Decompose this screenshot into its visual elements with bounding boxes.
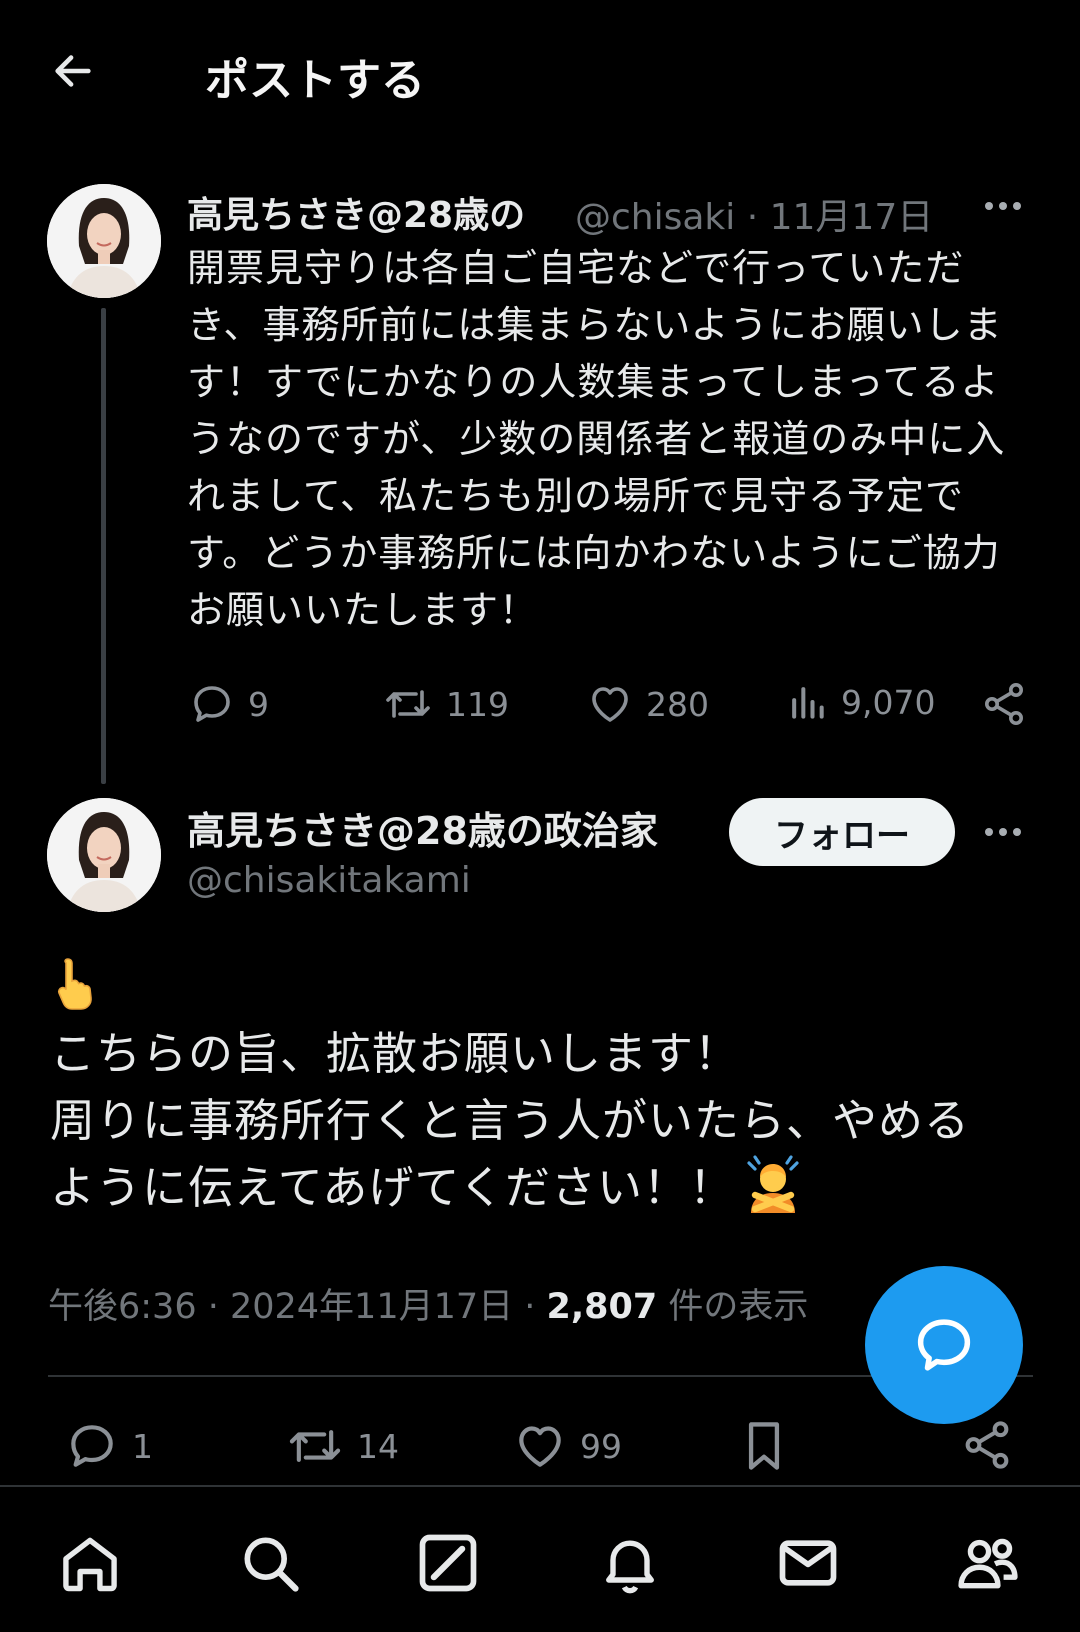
tweet-line: ように伝えてあげてください！！🙅 <box>50 1154 1040 1231</box>
avatar[interactable] <box>47 798 161 912</box>
repost-icon <box>289 1430 341 1462</box>
nav-messages[interactable] <box>774 1529 842 1597</box>
chat-bubble-icon <box>917 1319 971 1371</box>
view-count: 9,070 <box>841 682 936 722</box>
tweet-meta: 午後6:36 · 2024年11月17日 · 2,807 件の表示 <box>48 1278 808 1329</box>
view-count: 2,807 <box>546 1287 658 1327</box>
share-button[interactable] <box>980 680 1028 728</box>
nav-grok[interactable] <box>414 1529 482 1597</box>
notifications-icon <box>606 1540 654 1594</box>
nav-search[interactable] <box>236 1529 304 1597</box>
like-button[interactable]: 280 <box>586 680 709 728</box>
home-icon <box>63 1537 117 1592</box>
communities-icon <box>958 1538 1018 1589</box>
bookmark-icon <box>748 1422 780 1470</box>
tweet-text: 開票見守りは各自ご自宅などで行っていただき、事務所前には集まらないようにお願いし… <box>187 246 1006 632</box>
share-icon <box>985 683 1023 725</box>
author-name[interactable]: 高見ちさき@28歳の <box>187 186 525 238</box>
views-label: 件の表示 <box>657 1287 809 1327</box>
repost-count: 14 <box>357 1426 399 1466</box>
author-name[interactable]: 高見ちさき@28歳の政治家 <box>187 800 658 855</box>
profile-photo <box>47 184 161 298</box>
analytics-icon <box>792 687 824 719</box>
heart-icon <box>519 1426 561 1467</box>
profile-photo <box>47 798 161 912</box>
nav-communities[interactable] <box>954 1529 1022 1597</box>
bookmark-button[interactable] <box>738 1418 790 1474</box>
repost-button[interactable]: 119 <box>382 680 509 728</box>
more-options-button[interactable] <box>985 202 1021 210</box>
tweet-actions: 1 14 99 <box>0 1418 1080 1478</box>
author-handle[interactable]: @chisakitakami <box>187 860 471 901</box>
arrow-left-icon <box>55 55 91 87</box>
follow-button[interactable]: フォロー <box>729 798 955 866</box>
compose-reply-button[interactable] <box>865 1266 1023 1424</box>
search-icon <box>244 1537 299 1592</box>
pointing-up-emoji: 👆 <box>52 955 100 1019</box>
views-button[interactable]: 9,070 <box>785 680 935 724</box>
avatar[interactable] <box>47 184 161 298</box>
grok-icon <box>419 1534 477 1592</box>
bottom-navigation <box>0 1485 1080 1632</box>
reply-button[interactable]: 1 <box>64 1418 153 1474</box>
page-title: ポストする <box>205 55 425 106</box>
nav-home[interactable] <box>56 1529 124 1597</box>
timestamp[interactable]: 午後6:36 · 2024年11月17日 · <box>48 1287 547 1327</box>
tweet-text: こちらの旨、拡散お願いします！ 周りに事務所行くと言う人がいたら、やめる ように… <box>50 1020 1040 1231</box>
person-gesturing-no-emoji: 🙅 <box>743 1155 803 1231</box>
repost-count: 119 <box>446 684 509 724</box>
top-bar: ポストする <box>0 0 1080 150</box>
reply-icon <box>71 1425 113 1467</box>
tweet-line: 周りに事務所行くと言う人がいたら、やめる <box>50 1094 971 1147</box>
reply-button[interactable]: 9 <box>188 680 269 728</box>
like-count: 99 <box>580 1426 622 1466</box>
share-button[interactable] <box>960 1418 1014 1472</box>
nav-notifications[interactable] <box>596 1529 664 1597</box>
repost-button[interactable]: 14 <box>285 1418 399 1474</box>
reply-count: 9 <box>248 684 269 724</box>
back-button[interactable] <box>50 48 100 98</box>
like-count: 280 <box>646 684 709 724</box>
author-handle-time: @chisaki · 11月17日 <box>575 197 934 238</box>
post-detail-page: ポストする 高見ちさき@28歳の @chisaki · 11月17日 開票見守り… <box>0 0 1080 1632</box>
reply-icon <box>194 686 230 722</box>
person-gesturing-no-icon <box>747 1155 799 1213</box>
share-icon <box>965 1421 1009 1469</box>
more-options-button[interactable] <box>985 828 1021 836</box>
pointing-up-icon <box>57 958 92 1010</box>
like-button[interactable]: 99 <box>512 1418 622 1474</box>
heart-icon <box>592 687 628 722</box>
messages-icon <box>779 1540 837 1586</box>
tweet-actions: 9 119 280 9,070 <box>0 680 1080 736</box>
repost-icon <box>386 690 430 718</box>
reply-count: 1 <box>132 1426 153 1466</box>
tweet-line: こちらの旨、拡散お願いします！ <box>50 1027 741 1080</box>
